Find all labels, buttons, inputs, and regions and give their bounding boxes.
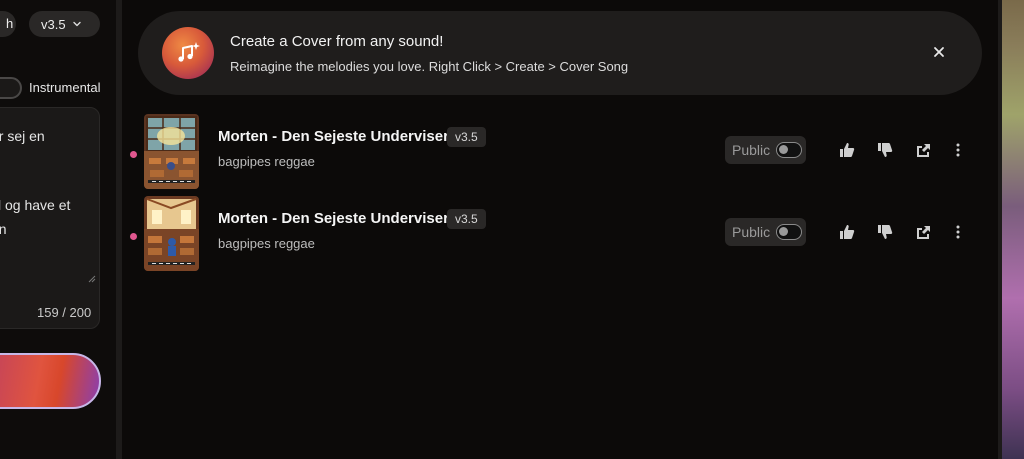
thumbs-down-icon[interactable] [875,140,895,160]
side-panel-preview [1002,0,1024,459]
character-count: 159 / 200 [37,305,92,320]
mode-label: h [6,16,14,31]
version-badge: v3.5 [447,209,486,229]
version-badge: v3.5 [447,127,486,147]
thumbs-down-icon[interactable] [875,222,895,242]
cover-promo-banner [138,11,982,95]
song-cover-art[interactable] [144,196,199,271]
thumbs-up-icon[interactable] [837,222,857,242]
instrumental-label: Instrumental [29,80,101,95]
more-vertical-icon[interactable] [948,140,968,160]
resize-grip-icon[interactable] [88,275,96,283]
song-title[interactable]: Morten - Den Sejeste Underviser [218,210,449,227]
more-vertical-icon[interactable] [948,222,968,242]
song-row[interactable]: Morten - Den Sejeste Underviser v3.5 bag… [122,114,998,194]
new-indicator-dot [130,151,137,158]
instrumental-toggle[interactable] [0,77,22,99]
song-row[interactable]: Morten - Den Sejeste Underviser v3.5 bag… [122,196,998,276]
new-indicator-dot [130,233,137,240]
mode-toggle[interactable]: h [0,11,16,37]
public-toggle-container[interactable]: Public [725,136,806,164]
version-select[interactable]: v3.5 [29,11,100,37]
public-label: Public [732,142,771,158]
version-select-label: v3.5 [41,16,66,32]
public-label: Public [732,224,771,240]
song-cover-art[interactable] [144,114,199,189]
share-icon[interactable] [913,140,933,160]
share-icon[interactable] [913,222,933,242]
create-button[interactable] [0,353,101,409]
app-root: h v3.5 Instrumental or sej en til og hav… [0,0,1024,459]
banner-title: Create a Cover from any sound! [230,33,444,50]
public-toggle-container[interactable]: Public [725,218,806,246]
chevron-down-icon [72,21,81,27]
lyrics-line: til og have et [0,197,71,213]
music-sparkle-icon [162,27,214,79]
song-title[interactable]: Morten - Den Sejeste Underviser [218,128,449,145]
lyrics-line: en [0,221,7,237]
create-panel: h v3.5 Instrumental or sej en til og hav… [0,0,116,459]
song-tags[interactable]: bagpipes reggae [218,154,315,169]
song-tags[interactable]: bagpipes reggae [218,236,315,251]
lyrics-line: or sej en [0,128,45,144]
public-toggle[interactable] [776,224,802,240]
lyrics-textarea[interactable]: or sej en til og have et en [0,107,100,329]
thumbs-up-icon[interactable] [837,140,857,160]
close-icon[interactable] [929,42,949,62]
banner-subtitle: Reimagine the melodies you love. Right C… [230,59,629,74]
public-toggle[interactable] [776,142,802,158]
